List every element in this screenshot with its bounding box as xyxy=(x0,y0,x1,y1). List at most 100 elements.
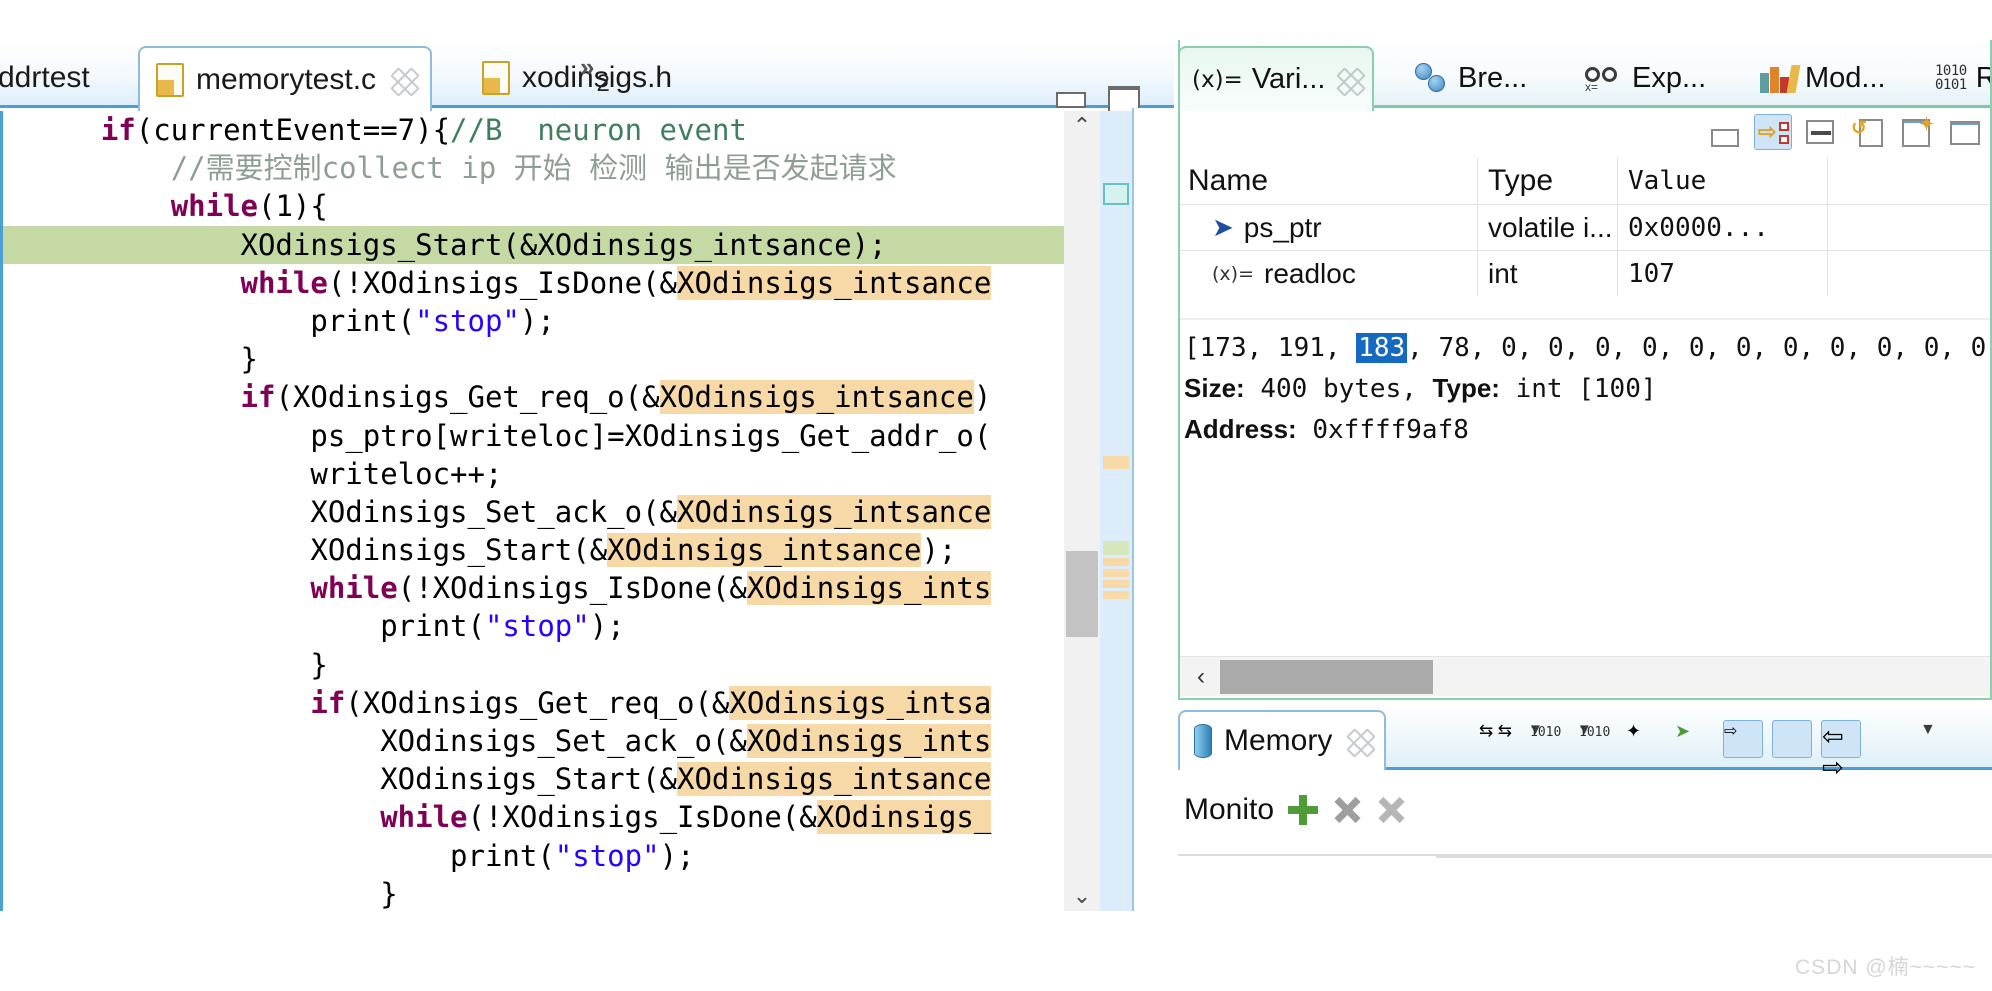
add-monitor-icon[interactable] xyxy=(1288,795,1319,825)
table-render-icon[interactable] xyxy=(1772,720,1812,758)
remove-all-monitors-icon[interactable] xyxy=(1376,795,1406,825)
code-editor[interactable]: if(currentEvent==7){//B neuron event //需… xyxy=(0,111,1100,911)
minimize-icon[interactable] xyxy=(1052,84,1088,114)
detail-size-type-line: Size: 400 bytes, Type: int [100] xyxy=(1184,368,1992,409)
variables-table[interactable]: Name Type Value ➤ ps_ptr volatile i... 0… xyxy=(1178,158,1992,318)
right-dock: (x)= Vari... Bre... x= Exp... Mod... 101… xyxy=(1174,0,1992,991)
tab-registers[interactable]: 1010 0101 Reg... xyxy=(1923,48,1992,108)
variable-detail-pane[interactable]: [173, 191, 183, 78, 0, 0, 0, 0, 0, 0, 0,… xyxy=(1178,318,1992,636)
tab-breakpoints[interactable]: Bre... xyxy=(1403,48,1539,108)
editor-tab-label: ddrtest xyxy=(0,61,90,94)
code-line[interactable]: ps_ptro[writeloc]=XOdinsigs_Get_addr_o( xyxy=(3,417,1100,455)
new-view-icon[interactable]: ✦ xyxy=(1898,114,1936,150)
variable-name: readloc xyxy=(1264,257,1356,289)
breakpoints-icon xyxy=(1415,63,1449,93)
editor-tab-xodinsigs-h[interactable]: .h xodinsigs.h xyxy=(466,48,688,108)
code-token: XOdinsigs_intsance xyxy=(677,494,992,529)
show-type-names-icon[interactable] xyxy=(1706,114,1744,150)
scrollbar-thumb[interactable] xyxy=(1220,660,1433,694)
swap-endian-icon[interactable]: ⇦ ⇨ xyxy=(1821,720,1861,782)
editor-tab-ddrtest[interactable]: ddrtest xyxy=(0,48,106,108)
code-line[interactable]: XOdinsigs_Start(&XOdinsigs_intsance); xyxy=(3,531,1100,569)
column-header-value[interactable]: Value xyxy=(1618,158,1828,204)
layout-icon[interactable] xyxy=(1870,720,1910,758)
code-line[interactable]: //需要控制collect ip 开始 检测 输出是否发起请求 xyxy=(3,149,1100,187)
editor-vertical-scrollbar[interactable]: ⌃ ⌄ xyxy=(1064,111,1100,911)
code-token: (currentEvent==7){ xyxy=(135,113,451,147)
variable-name-cell[interactable]: ➤ ps_ptr xyxy=(1178,205,1478,250)
collapse-all-icon[interactable] xyxy=(1802,114,1840,150)
close-icon[interactable] xyxy=(388,67,414,93)
scroll-down-icon[interactable]: ⌄ xyxy=(1064,881,1100,911)
code-line[interactable]: while(!XOdinsigs_IsDone(&XOdinsigs_ xyxy=(3,798,1100,836)
variable-value[interactable]: 107 xyxy=(1618,251,1828,296)
variables-tab-bar: (x)= Vari... Bre... x= Exp... Mod... 101… xyxy=(1178,40,1992,111)
tab-variables[interactable]: (x)= Vari... xyxy=(1178,46,1375,111)
code-token: "stop" xyxy=(554,838,660,873)
tab-expressions[interactable]: x= Exp... xyxy=(1573,48,1718,108)
close-icon[interactable] xyxy=(1334,67,1360,93)
column-header-name[interactable]: Name xyxy=(1178,158,1478,204)
code-line[interactable]: if(currentEvent==7){//B neuron event xyxy=(3,111,1100,149)
close-icon[interactable] xyxy=(1344,728,1370,754)
code-token: XOdinsigs_Start(&XOdinsigs_intsance); xyxy=(240,227,887,262)
code-line[interactable]: if(XOdinsigs_Get_req_o(&XOdinsigs_intsa xyxy=(3,684,1100,722)
code-token: writeloc++; xyxy=(310,456,503,491)
column-header-type[interactable]: Type xyxy=(1478,158,1618,204)
remove-monitor-icon[interactable] xyxy=(1332,795,1362,825)
binary-up-icon[interactable]: 1010 ▼ xyxy=(1576,720,1616,758)
code-line[interactable]: } xyxy=(3,340,1100,378)
code-line[interactable]: XOdinsigs_Set_ack_o(&XOdinsigs_intsance xyxy=(3,493,1100,531)
editor-edge-filler xyxy=(1132,108,1174,911)
import-export-icon[interactable]: ⇆ ⇆ xyxy=(1478,720,1518,758)
tab-overflow-count: 2 xyxy=(596,70,610,97)
new-renderer-icon[interactable]: ✦ xyxy=(1625,720,1665,758)
binary-down-icon[interactable]: 1010 ▼ xyxy=(1527,720,1567,758)
variable-value[interactable]: 0x0000... xyxy=(1618,205,1828,250)
code-token: print( xyxy=(380,609,485,644)
view-menu-icon[interactable] xyxy=(1946,114,1984,150)
registers-icon: 1010 0101 xyxy=(1935,64,1967,92)
show-logical-structure-icon[interactable]: ⇨ xyxy=(1754,114,1792,150)
chevron-double-right-icon: » xyxy=(580,52,595,82)
overview-ruler[interactable] xyxy=(1100,111,1132,911)
variable-name-cell[interactable]: (x)= readloc xyxy=(1178,251,1478,296)
code-line[interactable]: print("stop"); xyxy=(3,302,1100,340)
refresh-icon[interactable]: ↺ xyxy=(1850,114,1888,150)
code-line[interactable]: } xyxy=(3,646,1100,684)
tab-modules[interactable]: Mod... xyxy=(1748,48,1898,108)
size-value: 400 bytes, xyxy=(1260,374,1417,404)
scrollbar-thumb[interactable] xyxy=(1066,551,1098,637)
code-line[interactable]: writeloc++; xyxy=(3,455,1100,493)
view-menu-icon[interactable] xyxy=(1968,720,1992,758)
code-line[interactable]: while(1){ xyxy=(3,187,1100,225)
scroll-up-icon[interactable]: ⌃ xyxy=(1064,111,1100,141)
tab-overflow-button[interactable]: » 2 xyxy=(580,54,610,98)
code-line[interactable]: print("stop"); xyxy=(3,607,1100,645)
code-token: XOdinsigs_intsance xyxy=(677,762,992,797)
tab-memory[interactable]: Memory xyxy=(1178,710,1387,770)
code-line[interactable]: print("stop"); xyxy=(3,837,1100,875)
variables-horizontal-scrollbar[interactable]: ‹ xyxy=(1178,656,1992,696)
table-row[interactable]: ➤ ps_ptr volatile i... 0x0000... xyxy=(1178,204,1992,250)
code-line[interactable]: } xyxy=(3,875,1100,911)
c-file-icon: .c xyxy=(156,62,184,97)
code-line[interactable]: XOdinsigs_Start(&XOdinsigs_intsance xyxy=(3,760,1100,798)
scroll-left-icon[interactable]: ‹ xyxy=(1184,659,1218,695)
code-line[interactable]: if(XOdinsigs_Get_req_o(&XOdinsigs_intsan… xyxy=(3,378,1100,416)
code-token: } xyxy=(240,342,258,377)
editor-tab-memorytest-c[interactable]: .c memorytest.c xyxy=(138,46,433,111)
code-line[interactable]: while(!XOdinsigs_IsDone(&XOdinsigs_intsa… xyxy=(3,264,1100,302)
link-memory-icon[interactable]: ⇨ xyxy=(1723,720,1763,758)
code-line-current[interactable]: XOdinsigs_Start(&XOdinsigs_intsance); xyxy=(3,225,1100,264)
code-token: "stop" xyxy=(415,303,520,338)
export-memory-icon[interactable]: ➤ xyxy=(1674,720,1714,758)
dropdown-caret-icon[interactable]: ▼ xyxy=(1919,720,1959,758)
code-line[interactable]: while(!XOdinsigs_IsDone(&XOdinsigs_ints xyxy=(3,569,1100,607)
table-row[interactable]: (x)= readloc int 107 xyxy=(1178,250,1992,296)
array-selected-value[interactable]: 183 xyxy=(1356,333,1408,363)
code-line[interactable]: XOdinsigs_Set_ack_o(&XOdinsigs_ints xyxy=(3,722,1100,760)
